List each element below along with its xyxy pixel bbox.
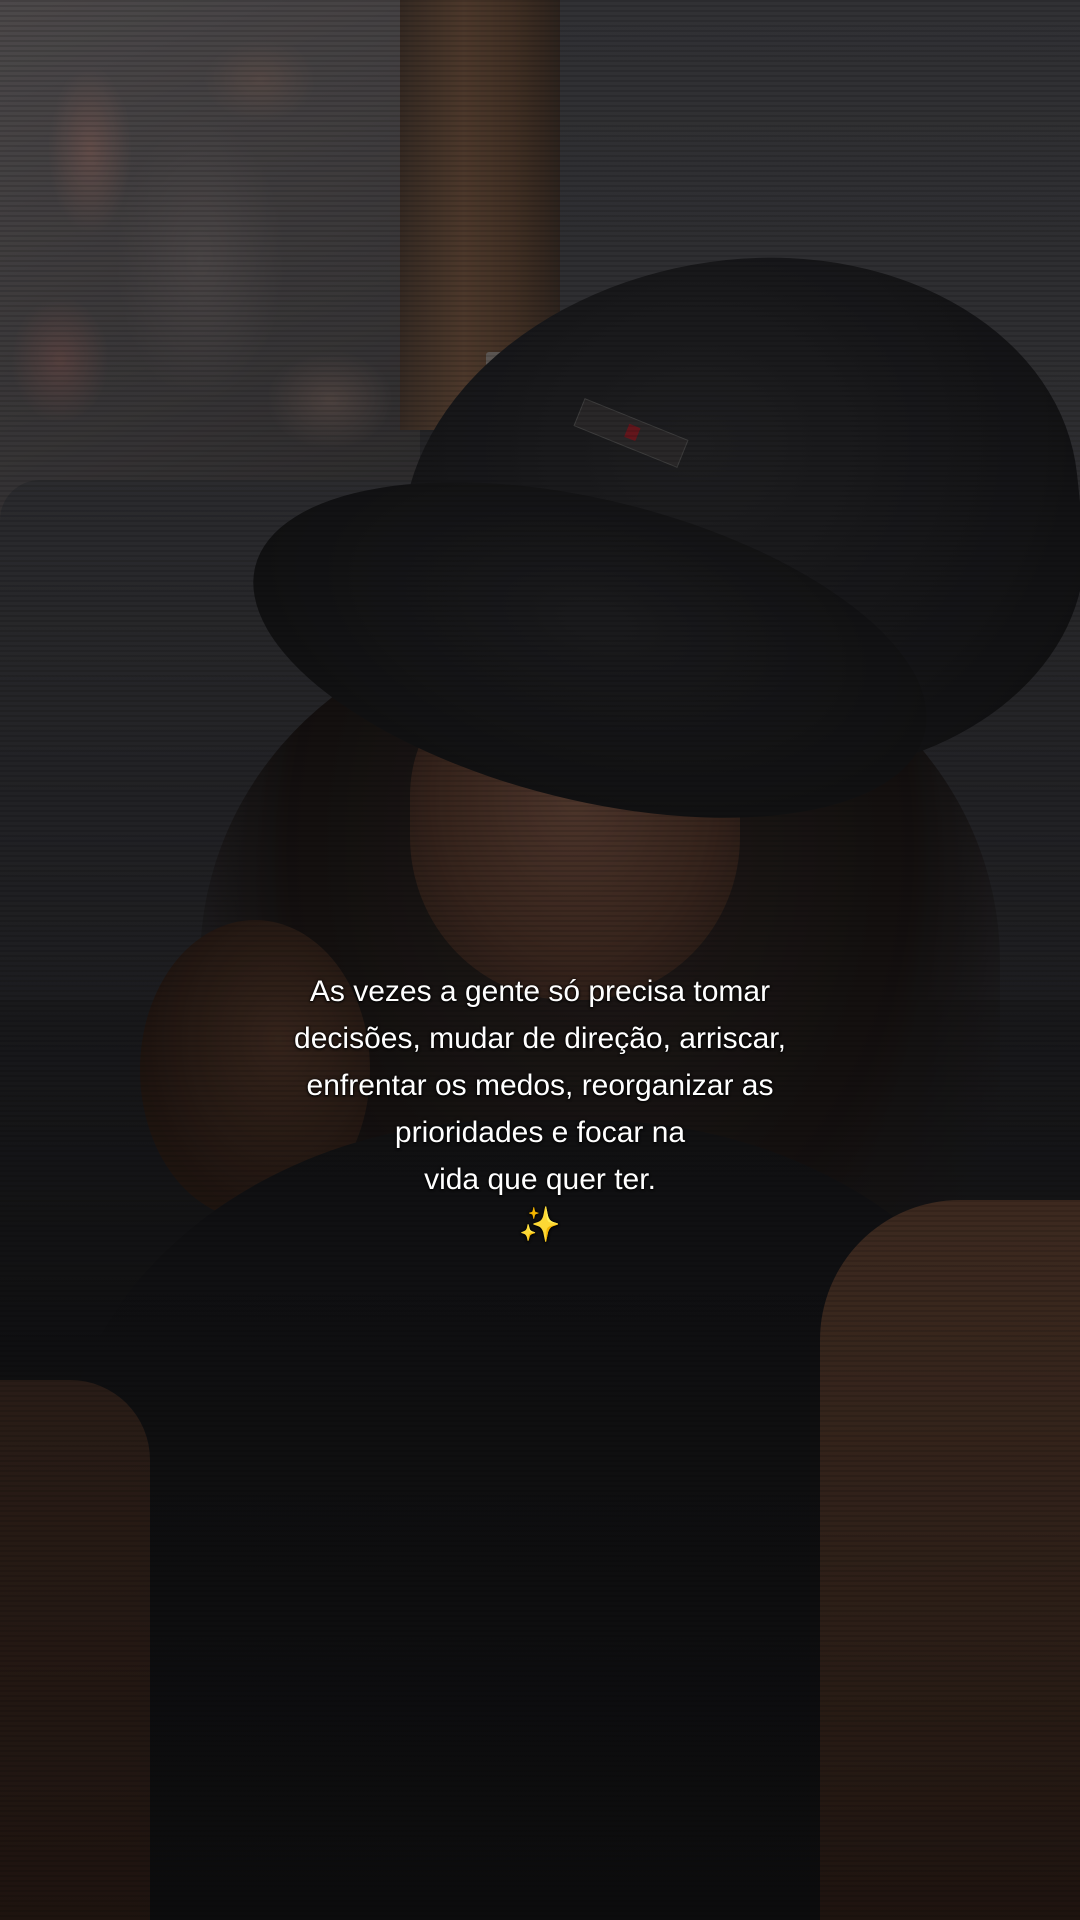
caption-line: vida que quer ter. (424, 1163, 656, 1196)
sparkles-icon: ✨ (518, 1205, 562, 1245)
caption-line: enfrentar os medos, reorganizar as (306, 1069, 774, 1102)
caption-line: As vezes a gente só precisa tomar (309, 975, 771, 1008)
caption-line: prioridades e focar na (394, 1116, 686, 1149)
caption-text: As vezes a gente só precisa tomar decisõ… (190, 968, 890, 1250)
caption-line: decisões, mudar de direção, arriscar, (294, 1022, 786, 1055)
scanline-overlay (0, 0, 1080, 1920)
photo-frame: As vezes a gente só precisa tomar decisõ… (0, 0, 1080, 1920)
